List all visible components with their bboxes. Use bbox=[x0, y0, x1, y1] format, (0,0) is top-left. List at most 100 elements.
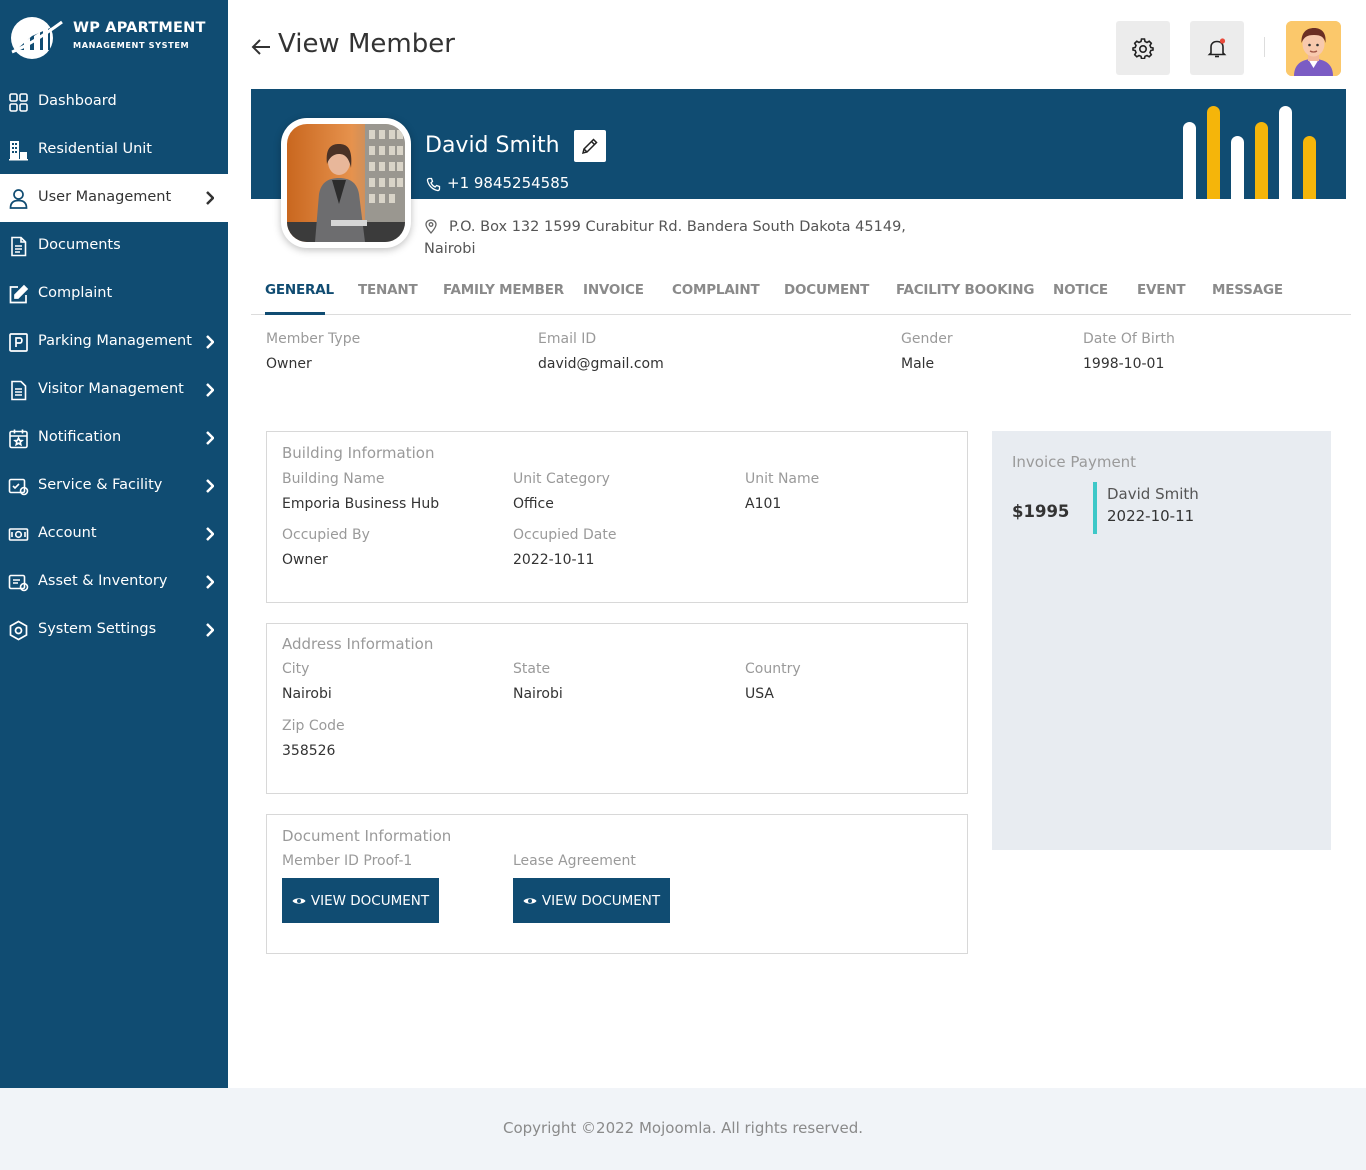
notifications-button[interactable] bbox=[1190, 21, 1244, 75]
phone-icon bbox=[426, 177, 441, 192]
tab-message[interactable]: MESSAGE bbox=[1212, 282, 1283, 298]
tab-complaint[interactable]: COMPLAINT bbox=[672, 282, 760, 298]
member-type-label: Member Type bbox=[266, 331, 361, 347]
sidebar-item-parking-management[interactable]: Parking Management bbox=[0, 318, 228, 366]
sidebar-item-dashboard[interactable]: Dashboard bbox=[0, 78, 228, 126]
user-avatar[interactable] bbox=[1286, 21, 1341, 76]
bell-icon bbox=[1207, 38, 1227, 58]
sidebar-item-label: System Settings bbox=[38, 621, 157, 637]
zip-code-value: 358526 bbox=[282, 743, 336, 759]
email-label: Email ID bbox=[538, 331, 597, 347]
clipboard-icon bbox=[11, 380, 27, 401]
chevron-right-icon bbox=[206, 383, 214, 397]
member-address: P.O. Box 132 1599 Curabitur Rd. Bandera … bbox=[424, 219, 906, 257]
sidebar-nav: Dashboard Residential Unit User Manageme… bbox=[0, 78, 228, 654]
chevron-right-icon bbox=[206, 623, 214, 637]
invoice-payment-panel: Invoice Payment $1995 David Smith 2022-1… bbox=[992, 431, 1331, 850]
chevron-right-icon bbox=[206, 191, 214, 205]
tab-invoice[interactable]: INVOICE bbox=[583, 282, 644, 298]
service-icon bbox=[8, 478, 29, 496]
chevron-right-icon bbox=[206, 479, 214, 493]
occupied-by-value: Owner bbox=[282, 552, 328, 568]
view-lease-agreement-button[interactable]: VIEW DOCUMENT bbox=[513, 878, 670, 923]
edit-square-icon bbox=[9, 284, 29, 304]
sidebar-item-complaint[interactable]: Complaint bbox=[0, 270, 228, 318]
building-name-value: Emporia Business Hub bbox=[282, 496, 440, 512]
active-tab-indicator bbox=[265, 312, 325, 315]
decorative-bars-graphic bbox=[1183, 106, 1316, 199]
sidebar-item-system-settings[interactable]: System Settings bbox=[0, 606, 228, 654]
country-label: Country bbox=[745, 661, 801, 677]
card-title: Document Information bbox=[282, 827, 452, 845]
occupied-date-label: Occupied Date bbox=[513, 527, 617, 543]
building-logo-icon bbox=[11, 17, 63, 59]
brand-logo[interactable]: WP APARTMENT MANAGEMENT SYSTEM bbox=[10, 14, 220, 62]
avatar-icon bbox=[1286, 21, 1341, 76]
occupied-by-label: Occupied By bbox=[282, 527, 370, 543]
sidebar-item-visitor-management[interactable]: Visitor Management bbox=[0, 366, 228, 414]
sidebar-item-documents[interactable]: Documents bbox=[0, 222, 228, 270]
member-phone: +1 9845254585 bbox=[447, 174, 570, 192]
asset-icon bbox=[8, 574, 29, 592]
settings-icon bbox=[9, 620, 28, 641]
back-arrow-icon[interactable] bbox=[250, 36, 272, 58]
country-value: USA bbox=[745, 686, 774, 702]
eye-icon bbox=[523, 897, 537, 904]
button-label: VIEW DOCUMENT bbox=[310, 892, 430, 909]
tab-document[interactable]: DOCUMENT bbox=[784, 282, 869, 298]
tab-family-member[interactable]: FAMILY MEMBER bbox=[443, 282, 564, 298]
gear-icon bbox=[1132, 38, 1154, 59]
settings-button[interactable] bbox=[1116, 21, 1170, 75]
member-photo-frame bbox=[281, 118, 411, 248]
sidebar-item-label: Visitor Management bbox=[38, 381, 184, 397]
sidebar-item-label: Complaint bbox=[38, 285, 113, 301]
tab-facility-booking[interactable]: FACILITY BOOKING bbox=[896, 282, 1034, 298]
tab-tenant[interactable]: TENANT bbox=[358, 282, 418, 298]
chevron-right-icon bbox=[206, 527, 214, 541]
invoice-member-name: David Smith bbox=[1107, 485, 1199, 503]
chevron-right-icon bbox=[206, 335, 214, 349]
button-label: VIEW DOCUMENT bbox=[541, 892, 661, 909]
brand-subtitle: MANAGEMENT SYSTEM bbox=[73, 40, 190, 50]
tab-general[interactable]: GENERAL bbox=[265, 282, 334, 298]
building-name-label: Building Name bbox=[282, 471, 385, 487]
building-information-card: Building Information bbox=[266, 431, 968, 603]
sidebar-item-label: Account bbox=[38, 525, 97, 541]
sidebar-item-residential-unit[interactable]: Residential Unit bbox=[0, 126, 228, 174]
parking-icon bbox=[9, 333, 28, 352]
invoice-payment-title: Invoice Payment bbox=[1012, 453, 1137, 471]
member-type-value: Owner bbox=[266, 356, 312, 372]
copyright-text: Copyright ©2022 Mojoomla. All rights res… bbox=[502, 1119, 863, 1137]
unit-category-label: Unit Category bbox=[513, 471, 610, 487]
sidebar-item-label: Dashboard bbox=[38, 93, 117, 109]
page-title: View Member bbox=[278, 29, 455, 59]
edit-profile-button[interactable] bbox=[574, 130, 606, 162]
user-icon bbox=[9, 189, 28, 209]
pencil-icon bbox=[581, 138, 598, 155]
sidebar-item-label: Asset & Inventory bbox=[38, 573, 168, 589]
sidebar-item-service-facility[interactable]: Service & Facility bbox=[0, 462, 228, 510]
profile-banner bbox=[251, 89, 1346, 199]
sidebar-item-label: Service & Facility bbox=[38, 477, 163, 493]
city-value: Nairobi bbox=[282, 686, 332, 702]
occupied-date-value: 2022-10-11 bbox=[513, 552, 595, 568]
sidebar: WP APARTMENT MANAGEMENT SYSTEM Dashboard… bbox=[0, 0, 228, 1088]
sidebar-item-notification[interactable]: Notification bbox=[0, 414, 228, 462]
sidebar-item-asset-inventory[interactable]: Asset & Inventory bbox=[0, 558, 228, 606]
tab-event[interactable]: EVENT bbox=[1137, 282, 1186, 298]
dob-label: Date Of Birth bbox=[1083, 331, 1175, 347]
footer: Copyright ©2022 Mojoomla. All rights res… bbox=[0, 1088, 1366, 1170]
state-value: Nairobi bbox=[513, 686, 563, 702]
sidebar-item-user-management[interactable]: User Management bbox=[0, 174, 228, 222]
gender-value: Male bbox=[901, 356, 935, 372]
view-id-proof-button[interactable]: VIEW DOCUMENT bbox=[282, 878, 439, 923]
city-label: City bbox=[282, 661, 310, 677]
id-proof-label: Member ID Proof-1 bbox=[282, 853, 413, 869]
invoice-accent-line bbox=[1093, 482, 1097, 534]
document-icon bbox=[11, 236, 27, 257]
sidebar-item-label: Notification bbox=[38, 429, 122, 445]
sidebar-item-account[interactable]: Account bbox=[0, 510, 228, 558]
dashboard-grid-icon bbox=[9, 93, 28, 112]
tab-notice[interactable]: NOTICE bbox=[1053, 282, 1108, 298]
chevron-right-icon bbox=[206, 431, 214, 445]
